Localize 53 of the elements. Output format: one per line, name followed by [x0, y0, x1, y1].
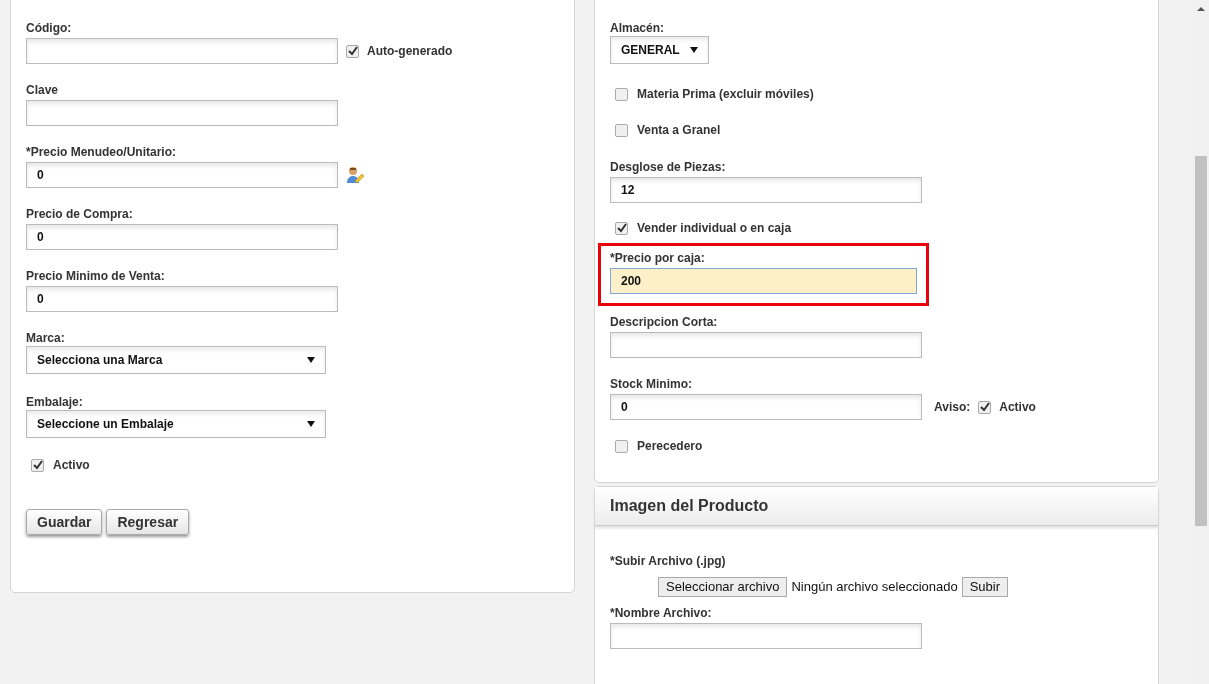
checkbox[interactable] — [978, 400, 992, 414]
checkbox-label: Materia Prima (excluir móviles) — [637, 86, 814, 102]
field-label: *Precio Menudeo/Unitario: — [26, 144, 178, 160]
input-field[interactable]: 0 — [26, 162, 338, 188]
checkbox[interactable] — [615, 87, 628, 101]
input-field[interactable] — [26, 38, 338, 64]
checkbox[interactable] — [31, 458, 44, 472]
caret-icon — [689, 47, 698, 53]
choose-file-button[interactable]: Seleccionar archivo — [658, 577, 788, 597]
caret-icon — [307, 357, 315, 363]
input-field[interactable]: 200 — [610, 268, 917, 294]
checkbox-label: Auto-generado — [367, 43, 453, 59]
field-label: Embalaje: — [26, 394, 84, 410]
field-label: Stock Minimo: — [610, 376, 693, 392]
field-label: Descripcion Corta: — [610, 314, 719, 330]
field-label: Almacén: — [610, 20, 666, 36]
field-label: Marca: — [26, 330, 66, 346]
checkbox[interactable] — [615, 123, 628, 137]
checkbox-label: Vender individual o en caja — [637, 220, 792, 236]
checkbox-label: Activo — [999, 399, 1036, 415]
panel-title: Imagen del Producto — [595, 487, 1158, 526]
checkbox-label: Activo — [53, 457, 90, 473]
field-label: Código: — [26, 20, 73, 36]
field-label: Desglose de Piezas: — [610, 159, 727, 175]
field-label: *Nombre Archivo: — [610, 605, 713, 621]
form-button[interactable]: Regresar — [106, 509, 190, 535]
file-status: Ningún archivo seleccionado — [791, 579, 958, 595]
field-label: Clave — [26, 82, 60, 98]
field-label: *Subir Archivo (.jpg) — [610, 553, 727, 569]
select-field[interactable]: GENERAL — [610, 36, 709, 64]
input-field[interactable] — [610, 332, 922, 358]
caret-icon — [307, 421, 315, 427]
field-label: Precio de Compra: — [26, 206, 134, 222]
input-field[interactable]: 0 — [610, 394, 922, 420]
field-label: Precio Minimo de Venta: — [26, 268, 166, 284]
upload-button[interactable]: Subir — [961, 577, 1009, 597]
checkbox[interactable] — [615, 439, 628, 453]
checkbox-label: Venta a Granel — [637, 122, 721, 138]
checkbox[interactable] — [615, 221, 628, 235]
checkbox-label: Perecedero — [637, 438, 703, 454]
scroll-thumb[interactable] — [1195, 156, 1207, 526]
input-field[interactable]: 0 — [26, 286, 338, 312]
person-pencil-icon[interactable] — [346, 166, 364, 184]
select-field[interactable]: Selecciona una Marca — [26, 346, 326, 374]
field-label: *Precio por caja: — [610, 250, 706, 266]
input-field[interactable] — [610, 623, 922, 649]
form-button[interactable]: Guardar — [26, 509, 103, 535]
checkbox[interactable] — [346, 44, 359, 58]
input-field[interactable]: 12 — [610, 177, 922, 203]
field-label: Aviso: — [934, 399, 971, 415]
input-field[interactable]: 0 — [26, 224, 338, 250]
input-field[interactable] — [26, 100, 338, 126]
select-field[interactable]: Seleccione un Embalaje — [26, 410, 326, 438]
